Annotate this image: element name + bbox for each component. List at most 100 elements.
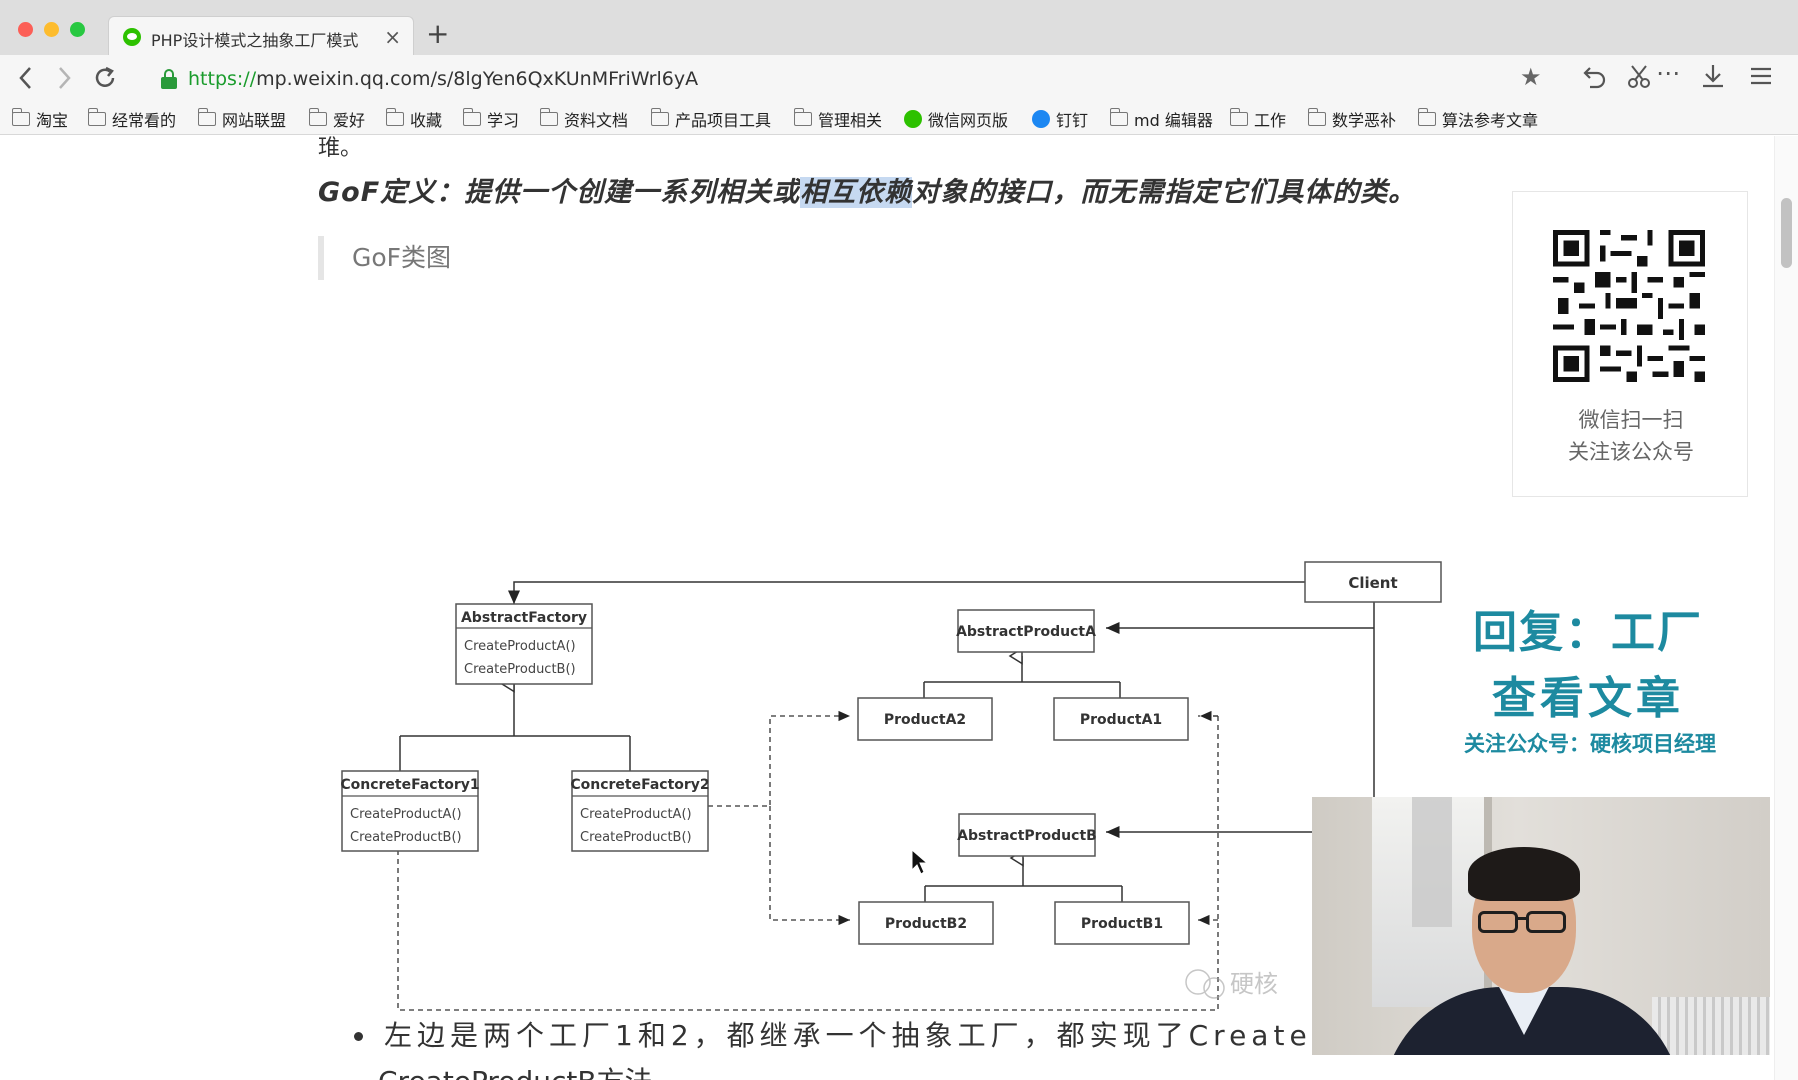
bookmark-item[interactable]: 学习 (462, 108, 520, 130)
promo-follow-account: 关注公众号：硬核项目经理 (1464, 732, 1716, 756)
uml-method: CreateProductA() (464, 639, 576, 654)
bookmark-item[interactable]: 数学恶补 (1307, 108, 1397, 130)
bookmark-item[interactable]: 网站联盟 (197, 108, 287, 130)
webcam-overlay (1312, 797, 1770, 1055)
bookmark-item[interactable]: 算法参考文章 (1417, 108, 1538, 130)
folder-icon (1417, 108, 1436, 126)
uml-product-a2-label: ProductA2 (884, 712, 966, 728)
folder-icon (650, 108, 669, 126)
folder-icon (539, 108, 558, 126)
uml-class-concrete-factory2: ConcreteFactory2 CreateProductA() Create… (570, 770, 710, 852)
bookmark-item[interactable]: 经常看的 (87, 108, 177, 130)
mouse-cursor-icon (911, 848, 929, 875)
page-scrollbar[interactable] (1774, 136, 1798, 1080)
bookmark-label: 爱好 (333, 111, 366, 130)
undo-icon[interactable] (1582, 63, 1608, 95)
uml-class-product-b2: ProductB2 (858, 901, 994, 945)
folder-icon (1229, 108, 1248, 126)
uml-product-a1-label: ProductA1 (1080, 712, 1162, 728)
selected-text: 相互依赖 (800, 177, 913, 208)
bookmark-label: 经常看的 (112, 111, 177, 130)
uml-product-b2-label: ProductB2 (885, 916, 967, 932)
uml-diagram-svg: Client AbstractFactory CreateProductA() … (340, 561, 1442, 1011)
uml-class-abstract-product-a: AbstractProductA (956, 609, 1096, 653)
zoom-window-button[interactable] (70, 22, 85, 37)
bullet-paragraph-continued: CreateProductB方法 (378, 1060, 653, 1080)
bookmark-label: md 编辑器 (1134, 111, 1213, 130)
uml-concrete-factory1-label: ConcreteFactory1 (340, 777, 479, 793)
back-arrow-icon[interactable] (16, 65, 36, 97)
minimize-window-button[interactable] (44, 22, 59, 37)
watermark: 硬核 (1185, 969, 1278, 999)
bookmark-item[interactable]: 微信网页版 (904, 108, 1008, 130)
navigation-bar: https://mp.weixin.qq.com/s/8lgYen6QxKUnM… (0, 55, 1798, 103)
bookmark-label: 网站联盟 (222, 111, 287, 130)
folder-icon (1307, 108, 1326, 126)
uml-class-concrete-factory1: ConcreteFactory1 CreateProductA() Create… (340, 770, 480, 852)
bookmark-item[interactable]: 工作 (1229, 108, 1287, 130)
uml-method: CreateProductB() (580, 830, 692, 845)
bookmark-label: 收藏 (410, 111, 443, 130)
bookmark-label: 产品项目工具 (675, 111, 772, 130)
uml-client-label: Client (1348, 574, 1397, 592)
lock-icon (160, 69, 178, 89)
bookmark-item[interactable]: md 编辑器 (1109, 108, 1213, 130)
new-tab-button[interactable]: + (426, 18, 449, 50)
uml-concrete-factory2-label: ConcreteFactory2 (570, 777, 709, 793)
bullet-paragraph: 左边是两个工厂1和2，都继承一个抽象工厂，都实现了CreateP (384, 1019, 1334, 1052)
bookmark-item[interactable]: 资料文档 (539, 108, 629, 130)
reload-icon[interactable] (92, 65, 118, 97)
bookmark-item[interactable]: 钉钉 (1032, 108, 1088, 130)
uml-class-product-a2: ProductA2 (857, 697, 993, 741)
scrollbar-thumb[interactable] (1781, 198, 1792, 268)
bookmark-label: 资料文档 (564, 111, 629, 130)
forward-arrow-icon[interactable] (54, 65, 74, 97)
watermark-text: 硬核 (1230, 970, 1278, 998)
tab-article[interactable]: PHP设计模式之抽象工厂模式 × (108, 16, 414, 56)
promo-reply-keyword: 回复：工厂 (1473, 607, 1703, 658)
uml-method: CreateProductA() (350, 807, 462, 822)
tab-close-icon[interactable]: × (384, 25, 401, 49)
url-path: mp.weixin.qq.com/s/8lgYen6QxKUnMFriWrl6y… (256, 68, 699, 90)
bookmark-label: 工作 (1254, 111, 1287, 130)
qr-code-image (1553, 230, 1705, 382)
glasses-icon (1478, 911, 1518, 933)
bookmark-item[interactable]: 爱好 (308, 108, 366, 130)
more-icon[interactable]: ⋯ (1656, 59, 1680, 87)
bookmark-label: 淘宝 (36, 111, 69, 130)
uml-class-abstract-product-b: AbstractProductB (957, 813, 1097, 857)
uml-method: CreateProductB() (464, 662, 576, 677)
url-scheme: https:// (188, 68, 257, 90)
download-icon[interactable] (1700, 63, 1726, 95)
uml-class-product-b1: ProductB1 (1054, 901, 1190, 945)
folder-icon (87, 108, 106, 126)
uml-class-abstract-factory: AbstractFactory CreateProductA() CreateP… (455, 603, 593, 685)
gof-definition: GoF定义：提供一个创建一系列相关或相互依赖对象的接口，而无需指定它们具体的类。 (318, 170, 1416, 209)
scissors-icon[interactable] (1626, 63, 1652, 95)
bookmark-item[interactable]: 收藏 (385, 108, 443, 130)
uml-abstract-product-a-label: AbstractProductA (956, 624, 1096, 640)
gof-definition-part: GoF定义：提供一个创建一系列相关或 (318, 177, 801, 208)
radiator (1652, 997, 1770, 1055)
bookmark-item[interactable]: 淘宝 (11, 108, 69, 130)
bookmark-item[interactable]: 产品项目工具 (650, 108, 772, 130)
close-window-button[interactable] (18, 22, 33, 37)
star-icon[interactable]: ★ (1520, 63, 1542, 91)
bookmarks-bar: 淘宝 经常看的 网站联盟 爱好 收藏 学习 资料文档 产品项目工具 管理相关 微… (0, 103, 1798, 135)
bookmark-label: 钉钉 (1056, 111, 1089, 130)
wechat-icon (904, 110, 922, 128)
promo-view-article: 查看文章 (1492, 673, 1684, 724)
bookmark-label: 数学恶补 (1332, 111, 1397, 130)
uml-class-product-a1: ProductA1 (1053, 697, 1189, 741)
url-bar[interactable]: https://mp.weixin.qq.com/s/8lgYen6QxKUnM… (188, 68, 698, 90)
folder-icon (1109, 108, 1128, 126)
menu-icon[interactable] (1748, 63, 1774, 95)
folder-icon (462, 108, 481, 126)
uml-abstract-factory-label: AbstractFactory (461, 610, 587, 626)
wechat-icon (123, 28, 141, 46)
bookmark-label: 学习 (487, 111, 520, 130)
uml-method: CreateProductB() (350, 830, 462, 845)
previous-paragraph-tail: 琟。 (318, 136, 363, 161)
bookmark-item[interactable]: 管理相关 (793, 108, 882, 130)
qr-caption-line2: 关注该公众号 (1568, 440, 1694, 464)
